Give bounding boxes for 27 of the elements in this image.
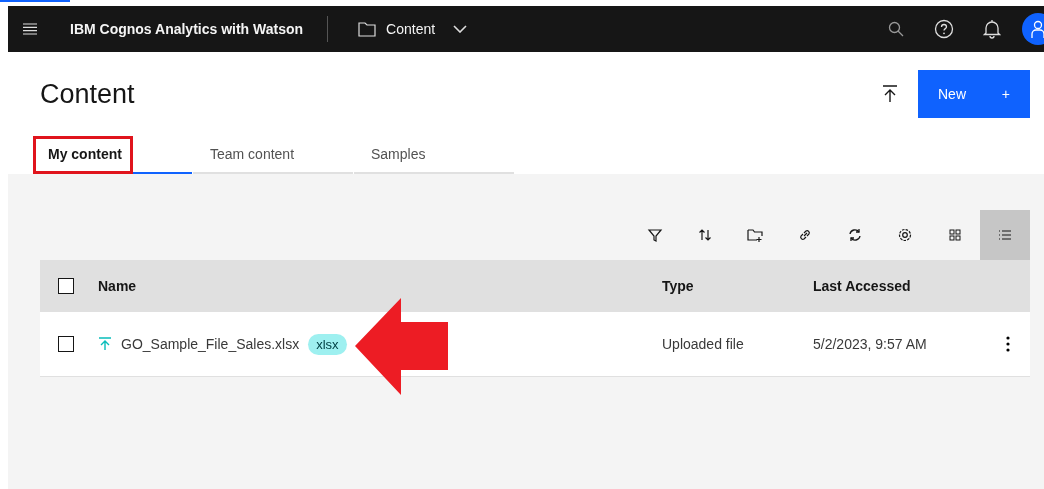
grid-icon[interactable] bbox=[946, 226, 964, 244]
table-cell-text: Uploaded file bbox=[662, 336, 745, 352]
chevron-down-icon[interactable] bbox=[453, 25, 468, 33]
column-header[interactable]: Type bbox=[662, 278, 694, 294]
notification-icon[interactable] bbox=[983, 19, 1001, 39]
column-header[interactable]: Last Accessed bbox=[813, 278, 911, 294]
location-label[interactable]: Content bbox=[386, 21, 436, 37]
overflow-menu-icon[interactable] bbox=[1006, 336, 1010, 352]
select-all-checkbox[interactable] bbox=[58, 278, 74, 294]
new-button[interactable]: New + bbox=[918, 70, 1030, 118]
help-icon[interactable] bbox=[934, 19, 954, 39]
list-view-button[interactable] bbox=[980, 210, 1030, 260]
search-icon[interactable] bbox=[888, 21, 904, 37]
product-name: IBM Cognos Analytics with Watson bbox=[69, 21, 305, 37]
file-type-tag: xlsx bbox=[308, 333, 347, 355]
filter-icon[interactable] bbox=[646, 226, 664, 244]
folder-icon bbox=[358, 21, 377, 37]
page-title: Content bbox=[40, 78, 136, 110]
row-checkbox[interactable] bbox=[58, 336, 74, 352]
folder-plus-icon[interactable] bbox=[746, 226, 764, 244]
table-cell-text: 5/2/2023, 9:57 AM bbox=[813, 336, 928, 352]
column-header[interactable]: Name bbox=[98, 278, 137, 294]
file-name-link[interactable]: GO_Sample_File_Sales.xlsx bbox=[121, 336, 300, 352]
menu-icon[interactable] bbox=[23, 23, 37, 35]
settings-icon[interactable] bbox=[896, 226, 914, 244]
upload-icon[interactable] bbox=[882, 85, 898, 103]
upload-icon bbox=[98, 337, 112, 351]
